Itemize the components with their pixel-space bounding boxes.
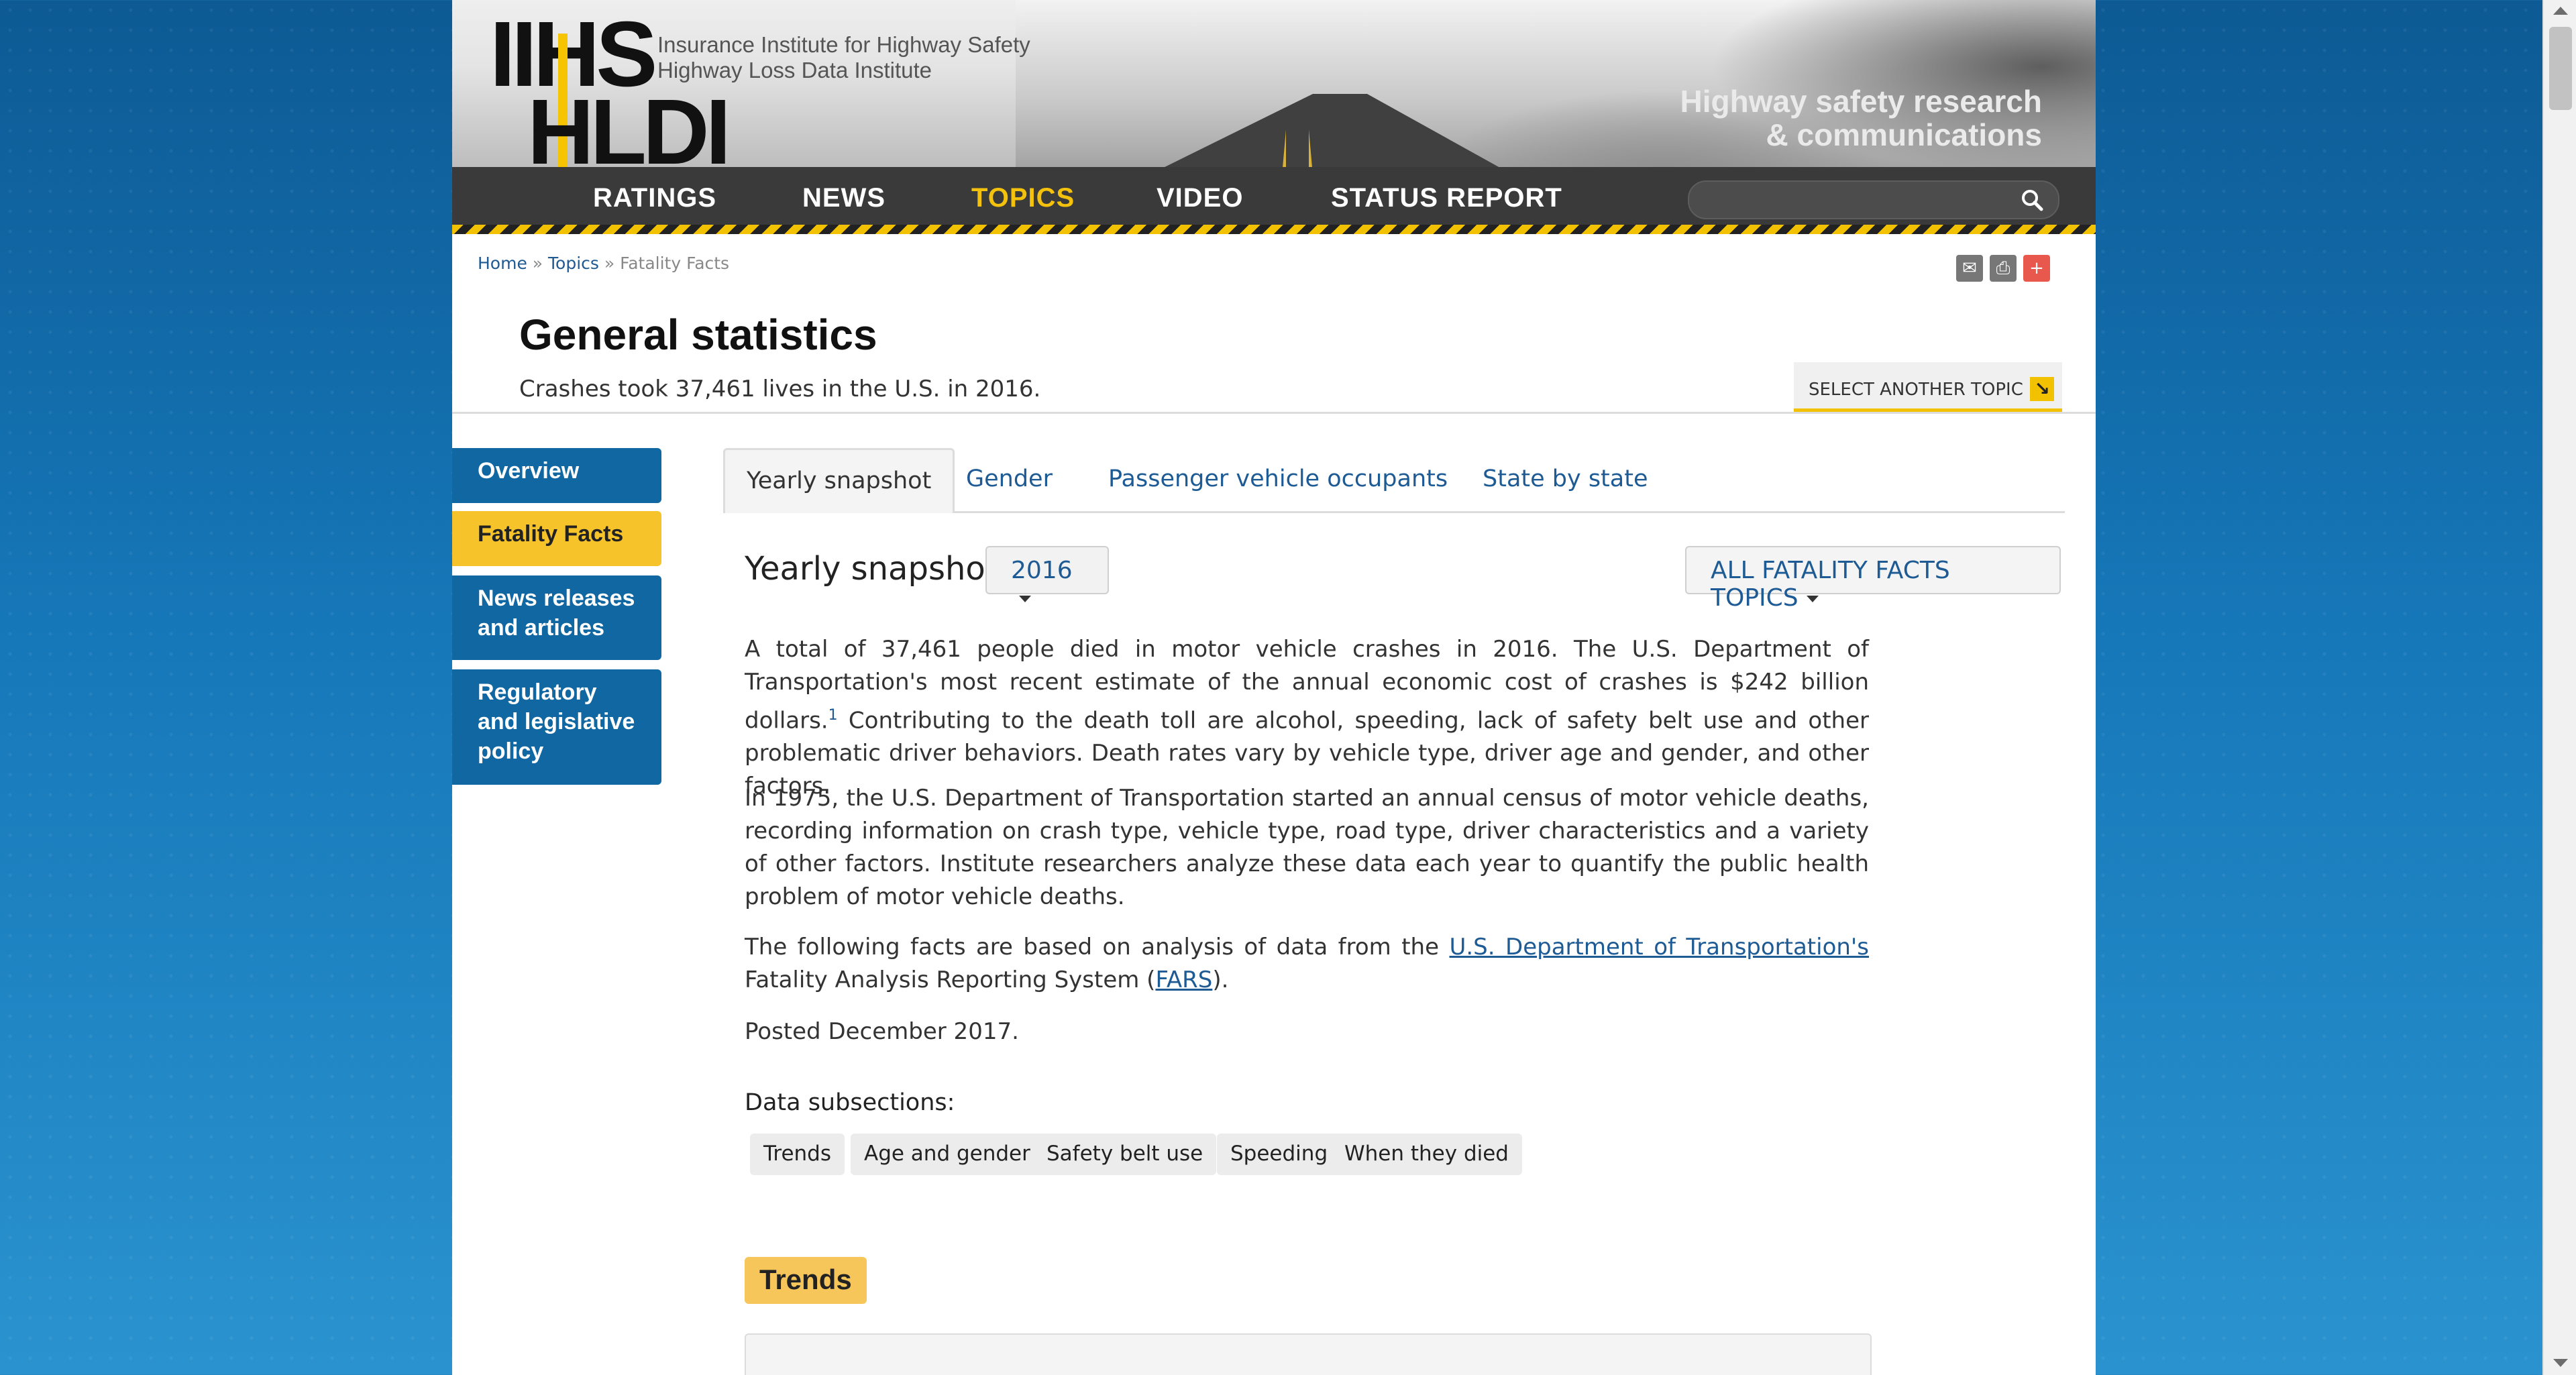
subsections-label: Data subsections: (745, 1089, 955, 1116)
nav-ratings[interactable]: RATINGS (593, 183, 716, 213)
breadcrumb-separator: » (604, 254, 615, 273)
site-header: IIHS HLDI Insurance Institute for Highwa… (452, 0, 2096, 167)
logo-line-1: Insurance Institute for Highway Safety (657, 32, 1030, 57)
tagline-line-2: & communications (1766, 117, 2042, 152)
select-another-topic-button[interactable]: SELECT ANOTHER TOPIC ↘ (1794, 362, 2062, 412)
breadcrumb: Home » Topics » Fatality Facts (478, 254, 729, 273)
all-fatality-facts-topics-dropdown[interactable]: ALL FATALITY FACTS TOPICS (1685, 546, 2061, 612)
paragraph-text: The following facts are based on analysi… (745, 934, 1450, 960)
logo-text: Insurance Institute for Highway Safety H… (657, 32, 1030, 83)
section-title: Yearly snapshot (745, 550, 998, 588)
page-subtitle: Crashes took 37,461 lives in the U.S. in… (519, 376, 1041, 402)
dot-link[interactable]: U.S. Department of Transportation's (1449, 934, 1869, 960)
tab-state-by-state[interactable]: State by state (1461, 448, 1670, 511)
subsection-speeding[interactable]: Speeding (1217, 1134, 1342, 1175)
sidebar-item-fatality-facts[interactable]: Fatality Facts (452, 511, 661, 566)
tab-gender[interactable]: Gender (945, 448, 1074, 511)
fars-link[interactable]: FARS (1155, 967, 1212, 993)
paragraph-intro: A total of 37,461 people died in motor v… (745, 633, 1869, 803)
share-icons: ✉ ⎙ + (1956, 255, 2050, 282)
sidebar-item-label: Regulatory and legislative policy (478, 679, 635, 764)
year-value: 2016 (1011, 557, 1073, 584)
breadcrumb-home[interactable]: Home (478, 254, 527, 273)
footnote-link[interactable]: 1 (828, 707, 838, 724)
paragraph-source: The following facts are based on analysi… (745, 931, 1869, 997)
nav-video[interactable]: VIDEO (1157, 183, 1243, 213)
paragraph-text: ). (1212, 967, 1229, 993)
nav-status-report[interactable]: STATUS REPORT (1331, 183, 1562, 213)
select-topic-label: SELECT ANOTHER TOPIC (1809, 380, 2023, 400)
trends-heading: Trends (745, 1257, 867, 1304)
nav-news[interactable]: NEWS (802, 183, 885, 213)
print-icon[interactable]: ⎙ (1990, 255, 2017, 282)
tab-yearly-snapshot[interactable]: Yearly snapshot (723, 448, 955, 513)
topics-button-label: ALL FATALITY FACTS TOPICS (1711, 557, 1950, 612)
tab-passenger-vehicle-occupants[interactable]: Passenger vehicle occupants (1087, 448, 1469, 511)
caret-down-icon (1019, 596, 1031, 602)
scroll-thumb[interactable] (2549, 27, 2572, 110)
search-input[interactable] (1688, 180, 2059, 219)
sidebar-item-label: Fatality Facts (478, 521, 624, 547)
tagline: Highway safety research & communications (1680, 85, 2043, 152)
year-dropdown[interactable]: 2016 (985, 546, 1109, 602)
scroll-down-arrow-icon[interactable] (2553, 1359, 2568, 1367)
logo-line-2: Highway Loss Data Institute (657, 58, 932, 82)
nav-topics[interactable]: TOPICS (971, 183, 1075, 213)
posted-date: Posted December 2017. (745, 1018, 1019, 1045)
page-container: IIHS HLDI Insurance Institute for Highwa… (452, 0, 2096, 1375)
trends-content-box (745, 1333, 1872, 1375)
subsection-trends[interactable]: Trends (750, 1134, 845, 1175)
email-icon[interactable]: ✉ (1956, 255, 1983, 282)
breadcrumb-current: Fatality Facts (620, 254, 730, 273)
page-scrollbar[interactable] (2542, 0, 2576, 1375)
main-nav: RATINGS NEWS TOPICS VIDEO STATUS REPORT (452, 167, 2096, 234)
breadcrumb-topics[interactable]: Topics (548, 254, 599, 273)
paragraph-text: Fatality Analysis Reporting System ( (745, 967, 1156, 993)
subsection-age-gender[interactable]: Age and gender (851, 1134, 1044, 1175)
subsection-when-they-died[interactable]: When they died (1331, 1134, 1522, 1175)
sidebar-item-overview[interactable]: Overview (452, 448, 661, 503)
breadcrumb-separator: » (532, 254, 543, 273)
tagline-line-1: Highway safety research (1680, 84, 2043, 119)
paragraph-history: In 1975, the U.S. Department of Transpor… (745, 785, 1869, 910)
sidebar-item-label: Overview (478, 458, 580, 484)
caret-down-icon (1806, 596, 1819, 602)
arrow-down-right-icon: ↘ (2030, 377, 2054, 401)
search-icon[interactable] (2021, 188, 2043, 211)
sidebar-item-regulatory-policy[interactable]: Regulatory and legislative policy (452, 669, 661, 785)
add-share-icon[interactable]: + (2023, 255, 2050, 282)
tab-bar: Yearly snapshot Gender Passenger vehicle… (723, 448, 2065, 513)
sidebar-item-label: News releases and articles (478, 586, 635, 641)
divider (452, 412, 2096, 414)
subsection-safety-belt[interactable]: Safety belt use (1033, 1134, 1217, 1175)
sidebar-item-news-releases[interactable]: News releases and articles (452, 575, 661, 660)
page-title: General statistics (519, 311, 877, 359)
scroll-up-arrow-icon[interactable] (2553, 7, 2568, 15)
logo-hldi-letters: HLDI (527, 80, 731, 167)
